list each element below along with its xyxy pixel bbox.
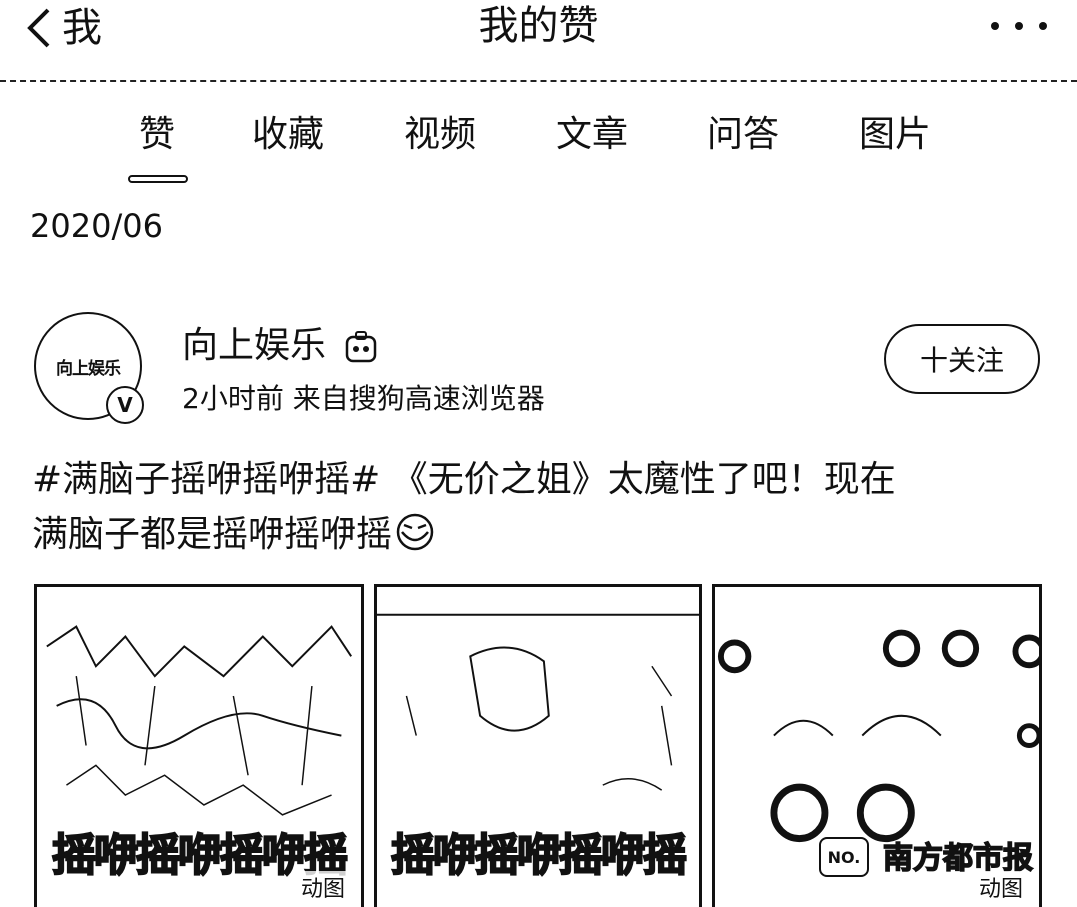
level-badge-icon	[345, 331, 377, 363]
laughing-emoji-icon	[396, 513, 434, 551]
tab-pictures[interactable]: 图片	[859, 110, 931, 160]
page-title: 我的赞	[478, 3, 599, 49]
follow-button[interactable]: 十关注	[884, 324, 1040, 394]
post-meta: 2小时前 来自搜狗高速浏览器	[182, 382, 545, 415]
author-name[interactable]: 向上娱乐	[182, 322, 326, 370]
active-tab-indicator	[128, 175, 188, 183]
gif-tag: 动图	[296, 871, 349, 903]
tab-videos[interactable]: 视频	[404, 110, 476, 160]
tab-articles[interactable]: 文章	[556, 110, 628, 160]
image-caption: 摇咿摇咿摇咿摇	[390, 829, 688, 882]
post-image-3[interactable]: NO. 南方都市报 动图	[712, 584, 1042, 907]
gif-tag: 动图	[974, 871, 1027, 903]
post-text[interactable]: #满脑子摇咿摇咿摇# 《无价之姐》太魔性了吧！现在 满脑子都是摇咿摇咿摇	[32, 452, 1042, 562]
tab-qa[interactable]: 问答	[707, 110, 779, 160]
post-text-line-2: 满脑子都是摇咿摇咿摇	[32, 514, 393, 555]
post-image-1[interactable]: 摇咿摇咿摇咿摇 动图	[34, 584, 364, 907]
post-text-line-1: #满脑子摇咿摇咿摇# 《无价之姐》太魔性了吧！现在	[32, 459, 896, 500]
post-image-2[interactable]: 摇咿摇咿摇咿摇	[374, 584, 702, 907]
top-navbar: 我 我的赞	[0, 0, 1077, 80]
more-options-button[interactable]	[991, 16, 1047, 36]
tab-favorites[interactable]: 收藏	[252, 110, 324, 160]
header-divider	[0, 80, 1077, 82]
avatar-text: 向上娱乐	[56, 358, 121, 379]
verified-badge-icon: V	[106, 386, 144, 424]
more-dots-icon	[991, 22, 999, 30]
watermark-logo-icon: NO.	[819, 837, 869, 877]
tab-likes[interactable]: 赞	[139, 110, 175, 160]
date-header: 2020/06	[30, 207, 163, 245]
